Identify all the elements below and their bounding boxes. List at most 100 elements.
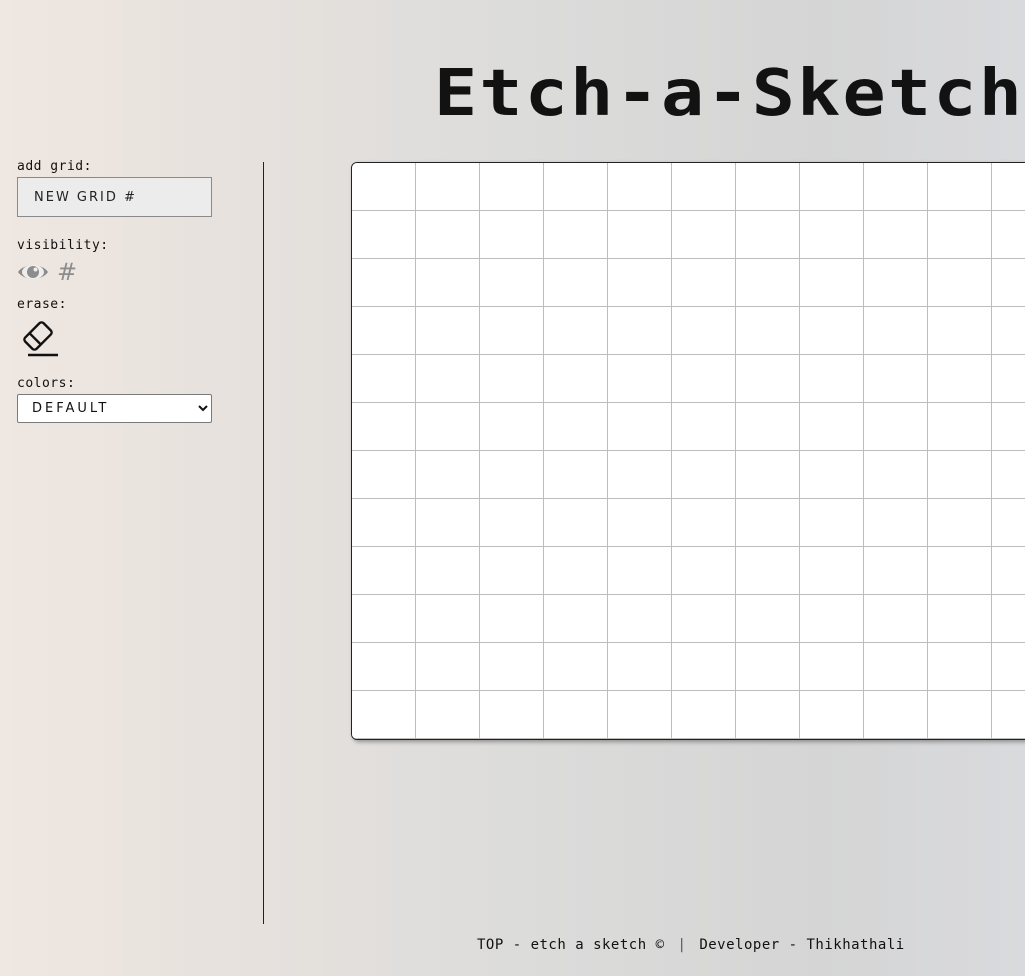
grid-cell[interactable] — [992, 595, 1025, 643]
grid-cell[interactable] — [544, 547, 608, 595]
grid-cell[interactable] — [864, 595, 928, 643]
grid-cell[interactable] — [608, 691, 672, 739]
grid-cell[interactable] — [480, 595, 544, 643]
grid-cell[interactable] — [736, 211, 800, 259]
grid-cell[interactable] — [416, 211, 480, 259]
grid-cell[interactable] — [672, 547, 736, 595]
colors-select[interactable]: DEFAULT — [17, 394, 212, 423]
eye-icon[interactable] — [17, 260, 49, 284]
grid-cell[interactable] — [608, 547, 672, 595]
grid-cell[interactable] — [928, 547, 992, 595]
grid-cell[interactable] — [864, 403, 928, 451]
grid-cell[interactable] — [800, 595, 864, 643]
grid-cell[interactable] — [608, 259, 672, 307]
grid-cell[interactable] — [544, 163, 608, 211]
grid-cell[interactable] — [544, 355, 608, 403]
grid-cell[interactable] — [480, 307, 544, 355]
grid-cell[interactable] — [864, 211, 928, 259]
grid-cell[interactable] — [608, 403, 672, 451]
grid-cell[interactable] — [480, 451, 544, 499]
grid-cell[interactable] — [992, 307, 1025, 355]
grid-cell[interactable] — [352, 163, 416, 211]
grid-cell[interactable] — [736, 595, 800, 643]
grid-cell[interactable] — [480, 643, 544, 691]
grid-cell[interactable] — [352, 595, 416, 643]
grid-cell[interactable] — [992, 403, 1025, 451]
grid-cell[interactable] — [928, 499, 992, 547]
grid-cell[interactable] — [864, 451, 928, 499]
grid-cell[interactable] — [800, 451, 864, 499]
grid-cell[interactable] — [928, 643, 992, 691]
grid-cell[interactable] — [416, 547, 480, 595]
grid-cell[interactable] — [352, 451, 416, 499]
grid-cell[interactable] — [864, 355, 928, 403]
grid-cell[interactable] — [352, 355, 416, 403]
grid-cell[interactable] — [992, 211, 1025, 259]
grid-cell[interactable] — [608, 595, 672, 643]
grid-cell[interactable] — [992, 499, 1025, 547]
grid-cell[interactable] — [736, 403, 800, 451]
grid-cell[interactable] — [864, 643, 928, 691]
grid-cell[interactable] — [544, 499, 608, 547]
grid-cell[interactable] — [480, 211, 544, 259]
grid-cell[interactable] — [800, 307, 864, 355]
grid-cell[interactable] — [544, 643, 608, 691]
grid-cell[interactable] — [992, 547, 1025, 595]
grid-cell[interactable] — [736, 547, 800, 595]
grid-cell[interactable] — [736, 451, 800, 499]
grid-cell[interactable] — [480, 355, 544, 403]
grid-cell[interactable] — [608, 307, 672, 355]
grid-cell[interactable] — [928, 451, 992, 499]
grid-cell[interactable] — [480, 691, 544, 739]
grid-cell[interactable] — [352, 211, 416, 259]
grid-cell[interactable] — [800, 403, 864, 451]
grid-cell[interactable] — [800, 499, 864, 547]
grid-cell[interactable] — [672, 259, 736, 307]
grid-cell[interactable] — [672, 643, 736, 691]
grid-cell[interactable] — [992, 259, 1025, 307]
grid-cell[interactable] — [544, 451, 608, 499]
grid-cell[interactable] — [800, 355, 864, 403]
grid-cell[interactable] — [416, 403, 480, 451]
grid-cell[interactable] — [352, 403, 416, 451]
grid-cell[interactable] — [864, 547, 928, 595]
grid-cell[interactable] — [416, 499, 480, 547]
grid-cell[interactable] — [800, 163, 864, 211]
grid-cell[interactable] — [864, 163, 928, 211]
grid-cell[interactable] — [480, 163, 544, 211]
grid-cell[interactable] — [544, 307, 608, 355]
grid-cell[interactable] — [544, 595, 608, 643]
grid-cell[interactable] — [992, 451, 1025, 499]
grid-cell[interactable] — [736, 643, 800, 691]
grid-cell[interactable] — [544, 403, 608, 451]
new-grid-input[interactable] — [17, 177, 212, 217]
grid-cell[interactable] — [672, 211, 736, 259]
grid-cell[interactable] — [608, 211, 672, 259]
grid-cell[interactable] — [608, 499, 672, 547]
grid-cell[interactable] — [928, 307, 992, 355]
eraser-icon[interactable] — [17, 317, 59, 359]
grid-cell[interactable] — [416, 595, 480, 643]
grid-cell[interactable] — [992, 643, 1025, 691]
grid-cell[interactable] — [544, 259, 608, 307]
grid-cell[interactable] — [608, 355, 672, 403]
grid-cell[interactable] — [928, 259, 992, 307]
sketch-board[interactable] — [351, 162, 1025, 740]
grid-cell[interactable] — [672, 499, 736, 547]
grid-cell[interactable] — [736, 307, 800, 355]
grid-cell[interactable] — [864, 259, 928, 307]
grid-cell[interactable] — [544, 211, 608, 259]
grid-cell[interactable] — [928, 595, 992, 643]
grid-cell[interactable] — [352, 643, 416, 691]
grid-cell[interactable] — [736, 499, 800, 547]
grid-cell[interactable] — [416, 643, 480, 691]
grid-cell[interactable] — [416, 691, 480, 739]
grid-cell[interactable] — [992, 163, 1025, 211]
grid-cell[interactable] — [928, 691, 992, 739]
grid-cell[interactable] — [928, 355, 992, 403]
grid-cell[interactable] — [800, 691, 864, 739]
grid-cell[interactable] — [736, 259, 800, 307]
grid-cell[interactable] — [672, 595, 736, 643]
grid-cell[interactable] — [928, 403, 992, 451]
grid-cell[interactable] — [544, 691, 608, 739]
